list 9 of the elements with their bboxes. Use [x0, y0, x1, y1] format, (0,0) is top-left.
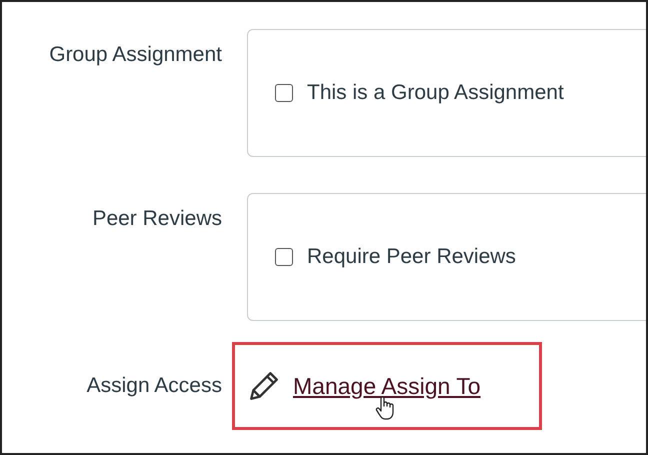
- setting-label: Assign Access: [86, 374, 222, 398]
- setting-label: Group Assignment: [48, 42, 222, 67]
- pencil-icon: [247, 369, 281, 403]
- manage-assign-to-link[interactable]: Manage Assign To: [293, 372, 481, 400]
- checkbox[interactable]: [275, 84, 293, 102]
- checkbox-label: Require Peer Reviews: [307, 245, 516, 269]
- checkbox-label: This is a Group Assignment: [307, 81, 564, 105]
- checkbox[interactable]: [275, 248, 293, 266]
- setting-label: Peer Reviews: [91, 206, 222, 231]
